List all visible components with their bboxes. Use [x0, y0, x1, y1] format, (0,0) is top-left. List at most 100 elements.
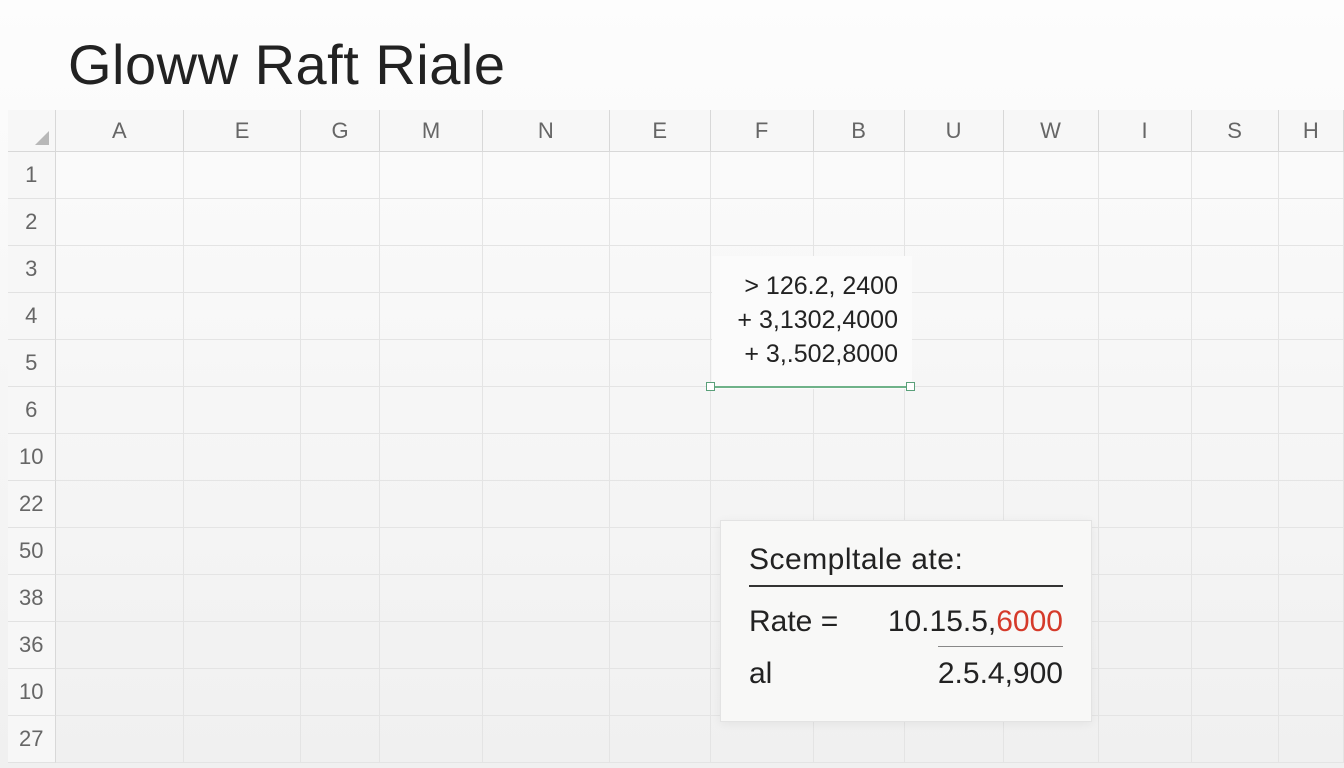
cell[interactable] — [380, 387, 483, 434]
cell[interactable] — [301, 669, 380, 716]
cell[interactable] — [1279, 528, 1344, 575]
cell[interactable] — [1099, 575, 1192, 622]
col-header[interactable]: S — [1192, 110, 1279, 152]
row-header[interactable]: 6 — [8, 387, 56, 434]
cell[interactable] — [1004, 246, 1099, 293]
cell[interactable] — [483, 434, 610, 481]
cell[interactable] — [1279, 199, 1344, 246]
cell[interactable] — [1192, 575, 1279, 622]
cell[interactable] — [301, 622, 380, 669]
row-header[interactable]: 2 — [8, 199, 56, 246]
cell[interactable] — [1099, 246, 1192, 293]
cell[interactable] — [301, 716, 380, 763]
cell[interactable] — [184, 293, 301, 340]
cell[interactable] — [56, 152, 185, 199]
cell[interactable] — [1192, 246, 1279, 293]
col-header[interactable]: H — [1279, 110, 1344, 152]
row-header[interactable]: 3 — [8, 246, 56, 293]
row-header[interactable]: 5 — [8, 340, 56, 387]
cell[interactable] — [483, 669, 610, 716]
cell[interactable] — [1192, 152, 1279, 199]
cell[interactable] — [1192, 669, 1279, 716]
cell[interactable] — [610, 434, 711, 481]
cell[interactable] — [711, 152, 814, 199]
cell[interactable] — [483, 716, 610, 763]
cell[interactable] — [56, 481, 185, 528]
col-header[interactable]: I — [1099, 110, 1192, 152]
cell[interactable] — [380, 622, 483, 669]
cell[interactable] — [184, 434, 301, 481]
row-header[interactable]: 50 — [8, 528, 56, 575]
cell[interactable] — [56, 575, 185, 622]
cell[interactable] — [1192, 622, 1279, 669]
cell[interactable] — [1099, 481, 1192, 528]
cell[interactable] — [56, 434, 185, 481]
cell[interactable] — [1279, 622, 1344, 669]
cell[interactable] — [1192, 481, 1279, 528]
cell[interactable] — [1192, 293, 1279, 340]
cell[interactable] — [301, 434, 380, 481]
col-header[interactable]: N — [483, 110, 610, 152]
cell[interactable] — [56, 528, 185, 575]
cell[interactable] — [1099, 716, 1192, 763]
cell[interactable] — [1099, 622, 1192, 669]
cell[interactable] — [1192, 716, 1279, 763]
cell[interactable] — [483, 622, 610, 669]
cell[interactable] — [1099, 293, 1192, 340]
cell[interactable] — [1099, 669, 1192, 716]
col-header[interactable]: U — [905, 110, 1004, 152]
cell[interactable] — [483, 152, 610, 199]
cell[interactable] — [483, 246, 610, 293]
cell[interactable] — [56, 340, 185, 387]
cell[interactable] — [711, 716, 814, 763]
cell[interactable] — [610, 481, 711, 528]
cell[interactable] — [711, 387, 814, 434]
cell[interactable] — [1099, 387, 1192, 434]
cell[interactable] — [1279, 387, 1344, 434]
cell[interactable] — [905, 152, 1004, 199]
cell[interactable] — [56, 387, 185, 434]
cell[interactable] — [184, 246, 301, 293]
cell[interactable] — [814, 152, 905, 199]
col-header[interactable]: W — [1004, 110, 1099, 152]
cell[interactable] — [1004, 434, 1099, 481]
cell[interactable] — [380, 293, 483, 340]
cell[interactable] — [610, 246, 711, 293]
cell[interactable] — [1279, 434, 1344, 481]
cell[interactable] — [301, 199, 380, 246]
cell[interactable] — [1279, 340, 1344, 387]
row-header[interactable]: 10 — [8, 669, 56, 716]
cell[interactable] — [1004, 387, 1099, 434]
cell[interactable] — [1279, 246, 1344, 293]
cell[interactable] — [814, 716, 905, 763]
cell[interactable] — [380, 716, 483, 763]
cell[interactable] — [1192, 387, 1279, 434]
cell[interactable] — [905, 340, 1004, 387]
cell[interactable] — [1004, 340, 1099, 387]
cell[interactable] — [1004, 716, 1099, 763]
cell[interactable] — [56, 199, 185, 246]
cell[interactable] — [184, 528, 301, 575]
cell[interactable] — [905, 199, 1004, 246]
col-header[interactable]: F — [711, 110, 814, 152]
selection-handle-left-icon[interactable] — [706, 382, 715, 391]
cell[interactable] — [56, 622, 185, 669]
cell[interactable] — [380, 669, 483, 716]
cell[interactable] — [483, 199, 610, 246]
cell[interactable] — [1004, 293, 1099, 340]
cell[interactable] — [1099, 528, 1192, 575]
row-header[interactable]: 1 — [8, 152, 56, 199]
cell[interactable] — [380, 199, 483, 246]
cell[interactable] — [301, 152, 380, 199]
cell[interactable] — [905, 387, 1004, 434]
cell[interactable] — [184, 199, 301, 246]
cell[interactable] — [711, 199, 814, 246]
col-header[interactable]: B — [814, 110, 905, 152]
cell[interactable] — [1004, 199, 1099, 246]
col-header[interactable]: E — [184, 110, 301, 152]
cell[interactable] — [814, 199, 905, 246]
cell[interactable] — [483, 293, 610, 340]
inline-calculation-box[interactable]: > 126.2, 2400 + 3,1302,4000 + 3,.502,800… — [712, 256, 912, 389]
row-header[interactable]: 22 — [8, 481, 56, 528]
cell[interactable] — [610, 387, 711, 434]
